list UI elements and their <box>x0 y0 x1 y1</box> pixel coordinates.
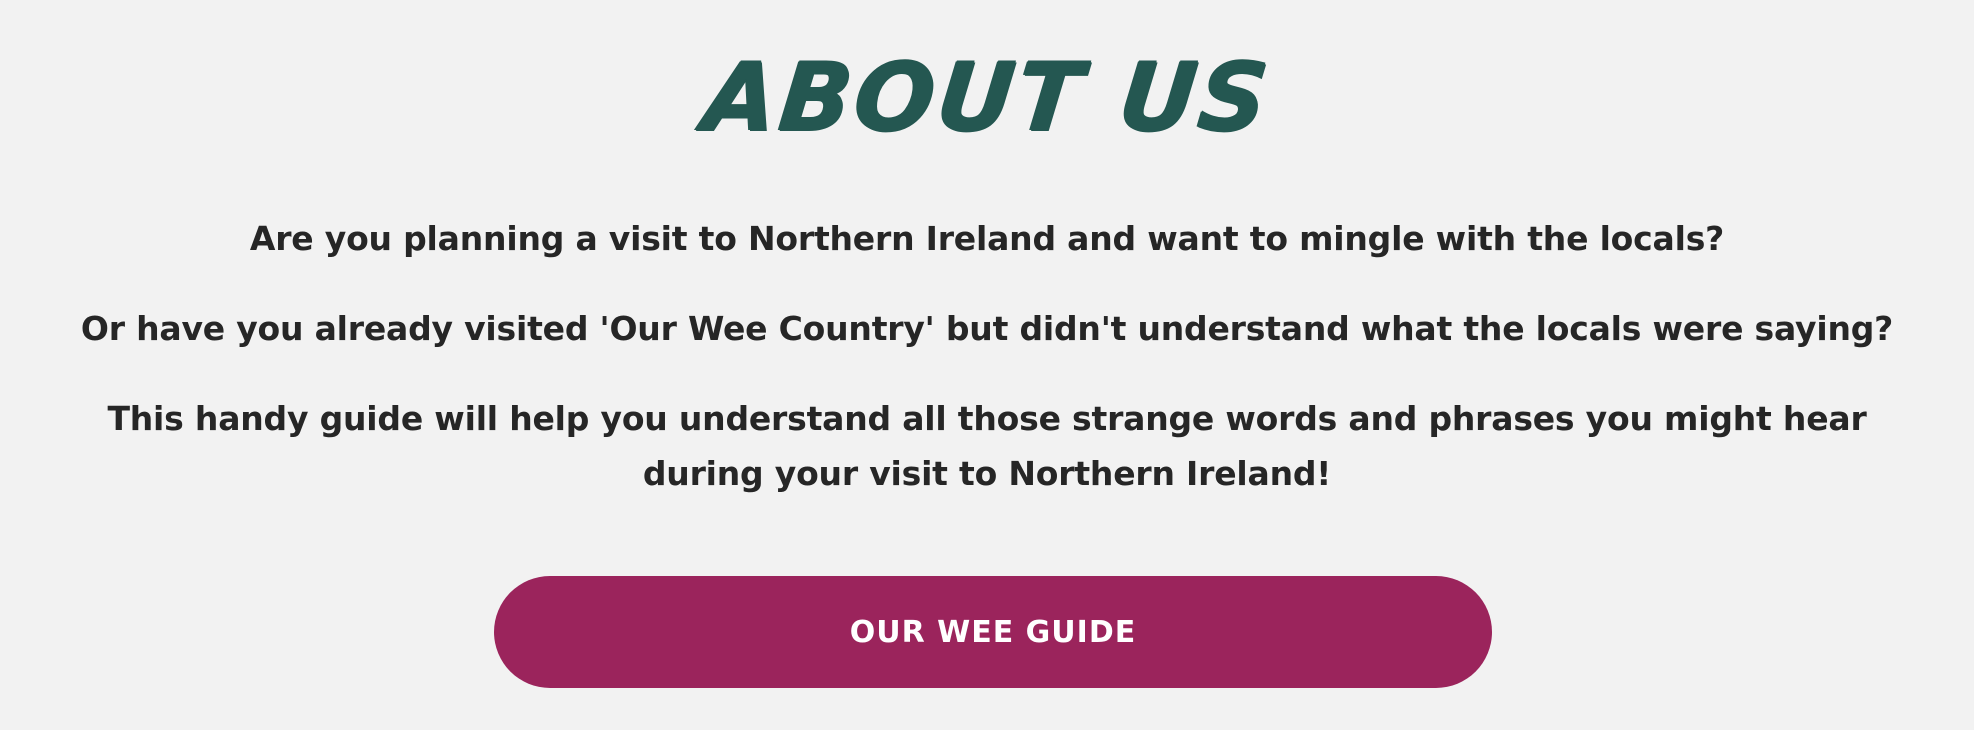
intro-paragraph-visited: Or have you already visited 'Our Wee Cou… <box>80 309 1894 348</box>
about-section: ABOUT US Are you planning a visit to Nor… <box>0 0 1974 730</box>
intro-paragraph-guide: This handy guide will help you understan… <box>107 399 1867 493</box>
page-title: ABOUT US <box>698 44 1276 153</box>
intro-paragraph-planning: Are you planning a visit to Northern Ire… <box>249 219 1725 258</box>
our-wee-guide-button[interactable]: OUR WEE GUIDE <box>494 576 1492 688</box>
